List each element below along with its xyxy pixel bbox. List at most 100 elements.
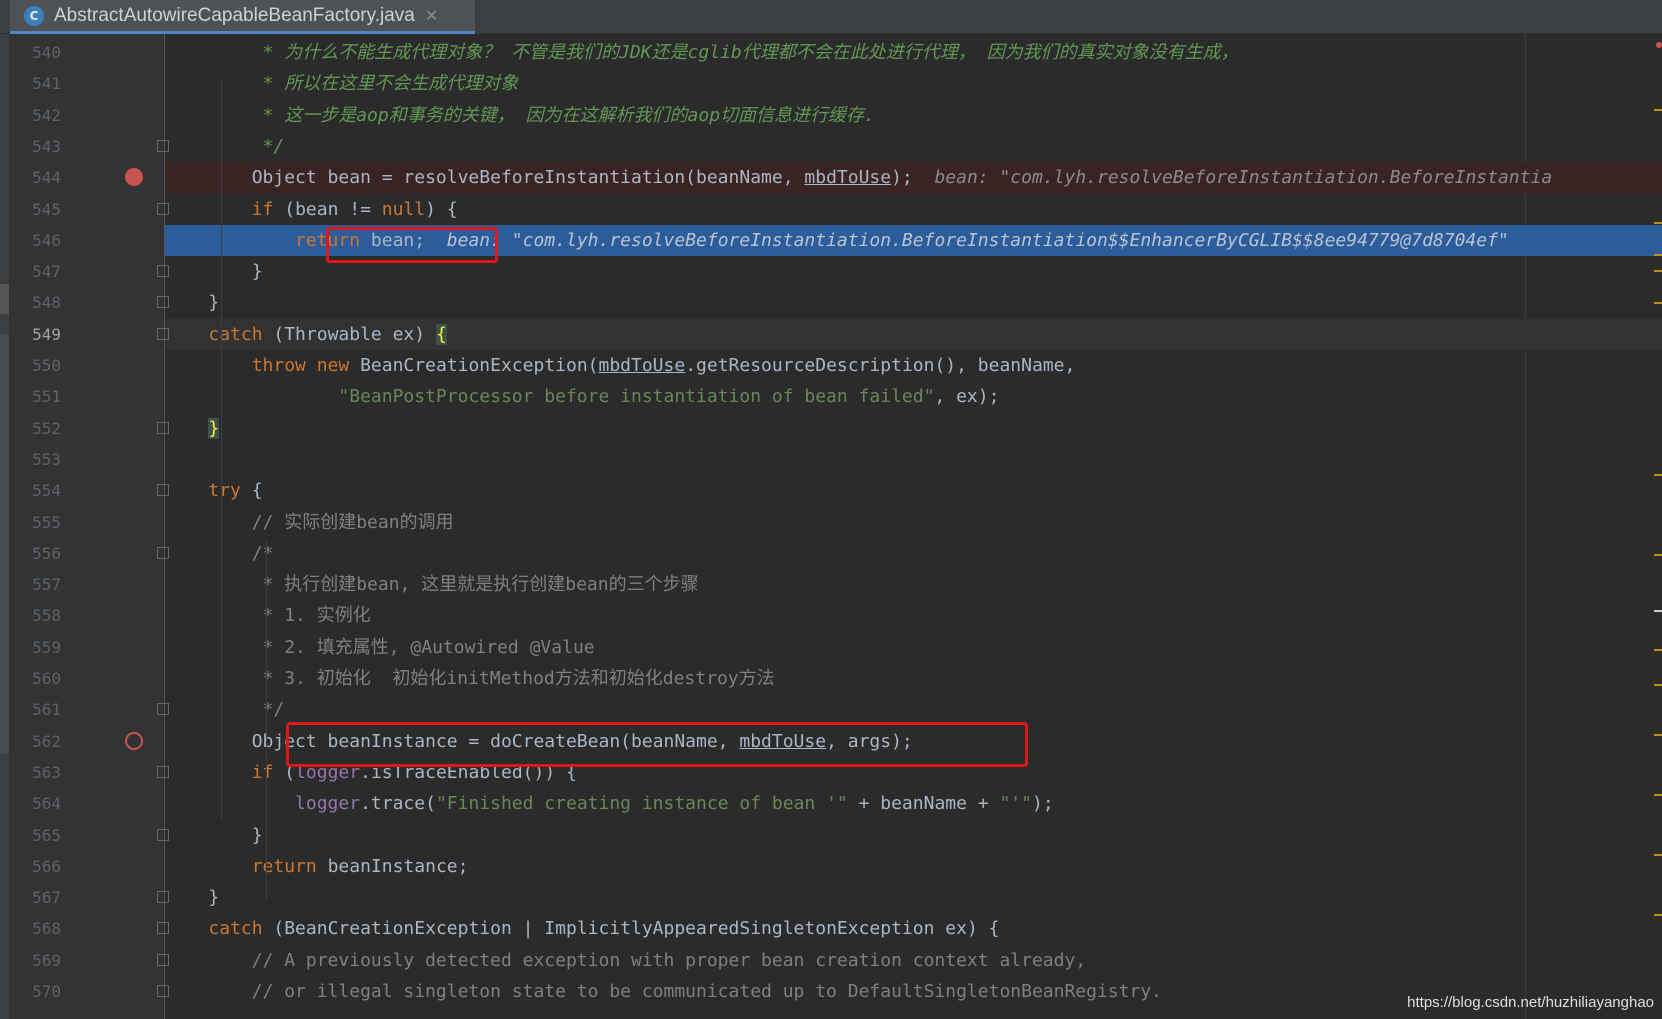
code-text[interactable]: catch (Throwable ex) { [165, 319, 447, 350]
code-line[interactable]: 550 throw new BeanCreationException(mbdT… [0, 350, 1662, 381]
code-text[interactable]: throw new BeanCreationException(mbdToUse… [165, 350, 1076, 381]
line-number[interactable]: 558 [9, 600, 61, 631]
code-text[interactable]: "BeanPostProcessor before instantiation … [165, 381, 999, 412]
line-number[interactable]: 553 [9, 444, 61, 475]
line-number[interactable]: 569 [9, 945, 61, 976]
code-line[interactable]: 565 } [0, 820, 1662, 851]
code-line[interactable]: 553 [0, 444, 1662, 475]
line-number[interactable]: 552 [9, 413, 61, 444]
fold-marker-icon[interactable] [157, 202, 169, 215]
line-number[interactable]: 568 [9, 913, 61, 944]
code-text[interactable]: */ [165, 131, 285, 162]
code-text[interactable]: catch (BeanCreationException | Implicitl… [165, 913, 999, 944]
error-stripe-mark[interactable] [1654, 222, 1662, 224]
line-number[interactable]: 564 [9, 788, 61, 819]
breakpoint-icon[interactable] [125, 731, 143, 750]
line-number[interactable]: 557 [9, 569, 61, 600]
code-line[interactable]: 551 "BeanPostProcessor before instantiat… [0, 381, 1662, 412]
fold-marker-icon[interactable] [157, 484, 169, 497]
code-line[interactable]: 566 return beanInstance; [0, 851, 1662, 882]
code-text[interactable]: * 2. 填充属性, @Autowired @Value [165, 632, 595, 663]
code-line[interactable]: 544 Object bean = resolveBeforeInstantia… [32, 162, 1662, 194]
code-line[interactable]: 542 * 这一步是aop和事务的关键， 因为在这解析我们的aop切面信息进行缓… [0, 100, 1662, 131]
code-text[interactable]: // A previously detected exception with … [165, 945, 1086, 976]
fold-marker-icon[interactable] [157, 296, 169, 309]
code-line[interactable]: 559 * 2. 填充属性, @Autowired @Value [0, 632, 1662, 663]
code-line[interactable]: 547 } [0, 256, 1662, 287]
error-stripe-mark[interactable] [1654, 914, 1662, 916]
line-number[interactable]: 560 [9, 663, 61, 694]
line-number[interactable]: 567 [9, 882, 61, 913]
code-line[interactable]: 558 * 1. 实例化 [0, 600, 1662, 631]
line-number[interactable]: 550 [9, 350, 61, 381]
line-number[interactable]: 542 [9, 100, 61, 131]
error-stripe-mark[interactable] [1654, 302, 1662, 304]
error-stripe-mark[interactable] [1654, 854, 1662, 856]
code-line[interactable]: 567 } [0, 882, 1662, 913]
line-number[interactable]: 544 [9, 162, 61, 193]
code-line[interactable]: 548 } [0, 287, 1662, 318]
error-stripe-caret-mark[interactable] [1654, 610, 1662, 612]
error-stripe-mark[interactable] [1654, 474, 1662, 476]
line-number[interactable]: 547 [9, 256, 61, 287]
fold-marker-icon[interactable] [157, 891, 169, 904]
code-line[interactable]: 541 * 所以在这里不会生成代理对象 [0, 68, 1662, 99]
code-text[interactable]: * 1. 实例化 [165, 600, 371, 631]
code-text[interactable]: } [165, 882, 219, 913]
line-number[interactable]: 554 [9, 475, 61, 506]
code-text[interactable]: * 3. 初始化 初始化initMethod方法和初始化destroy方法 [165, 663, 775, 694]
code-text[interactable]: } [165, 287, 219, 318]
line-number[interactable]: 540 [9, 37, 61, 68]
line-number[interactable]: 559 [9, 632, 61, 663]
error-stripe-mark[interactable] [1654, 794, 1662, 796]
fold-marker-icon[interactable] [157, 953, 169, 966]
code-text[interactable]: Object bean = resolveBeforeInstantiation… [165, 162, 1552, 193]
close-icon[interactable]: ✕ [425, 6, 438, 25]
fold-marker-icon[interactable] [157, 546, 169, 559]
fold-marker-icon[interactable] [157, 421, 169, 434]
fold-marker-icon[interactable] [157, 327, 169, 340]
code-text[interactable]: } [165, 413, 220, 444]
error-stripe-mark[interactable] [1654, 270, 1662, 272]
line-number[interactable]: 563 [9, 757, 61, 788]
code-text[interactable]: * 这一步是aop和事务的关键， 因为在这解析我们的aop切面信息进行缓存. [165, 100, 875, 131]
line-number[interactable]: 565 [9, 820, 61, 851]
code-text[interactable]: * 所以在这里不会生成代理对象 [165, 68, 519, 99]
line-number[interactable]: 548 [9, 287, 61, 318]
line-number[interactable]: 566 [9, 851, 61, 882]
code-line[interactable]: 569 // A previously detected exception w… [0, 945, 1662, 976]
code-line[interactable]: 543 */ [0, 131, 1662, 162]
code-text[interactable]: } [165, 256, 263, 287]
code-line[interactable]: 555 // 实际创建bean的调用 [0, 507, 1662, 538]
line-number[interactable]: 541 [9, 68, 61, 99]
error-stripe-mark[interactable] [1654, 254, 1662, 256]
line-number[interactable]: 556 [9, 538, 61, 569]
line-number[interactable]: 570 [9, 976, 61, 1007]
code-text[interactable]: return beanInstance; [165, 851, 469, 882]
error-stripe-mark[interactable] [1654, 734, 1662, 736]
code-text[interactable]: /* [165, 538, 274, 569]
code-text[interactable]: // or illegal singleton state to be comm… [165, 976, 1162, 1007]
code-text[interactable]: try { [165, 475, 262, 506]
code-text[interactable]: // 实际创建bean的调用 [165, 507, 454, 538]
code-text[interactable]: if (bean != null) { [165, 194, 458, 225]
error-stripe-breakpoint-mark[interactable] [1656, 42, 1662, 48]
code-text[interactable]: * 为什么不能生成代理对象？ 不管是我们的JDK还是cglib代理都不会在此处进… [165, 37, 1239, 68]
fold-marker-icon[interactable] [157, 765, 169, 778]
line-number[interactable]: 555 [9, 507, 61, 538]
code-line[interactable]: 556 /* [0, 538, 1662, 569]
code-text[interactable]: * 执行创建bean, 这里就是执行创建bean的三个步骤 [165, 569, 699, 600]
code-line[interactable]: 568 catch (BeanCreationException | Impli… [0, 913, 1662, 944]
line-number[interactable]: 549 [9, 319, 61, 350]
code-text[interactable]: } [165, 820, 263, 851]
code-line[interactable]: 557 * 执行创建bean, 这里就是执行创建bean的三个步骤 [0, 569, 1662, 600]
fold-marker-icon[interactable] [157, 828, 169, 841]
line-number[interactable]: 562 [9, 726, 61, 757]
error-stripe-mark[interactable] [1654, 554, 1662, 556]
line-number[interactable]: 545 [9, 194, 61, 225]
line-number[interactable]: 551 [9, 381, 61, 412]
error-stripe[interactable] [1654, 34, 1662, 1019]
code-line[interactable]: 560 * 3. 初始化 初始化initMethod方法和初始化destroy方… [0, 663, 1662, 694]
editor-tab[interactable]: C AbstractAutowireCapableBeanFactory.jav… [10, 0, 475, 34]
fold-marker-icon[interactable] [157, 265, 169, 278]
